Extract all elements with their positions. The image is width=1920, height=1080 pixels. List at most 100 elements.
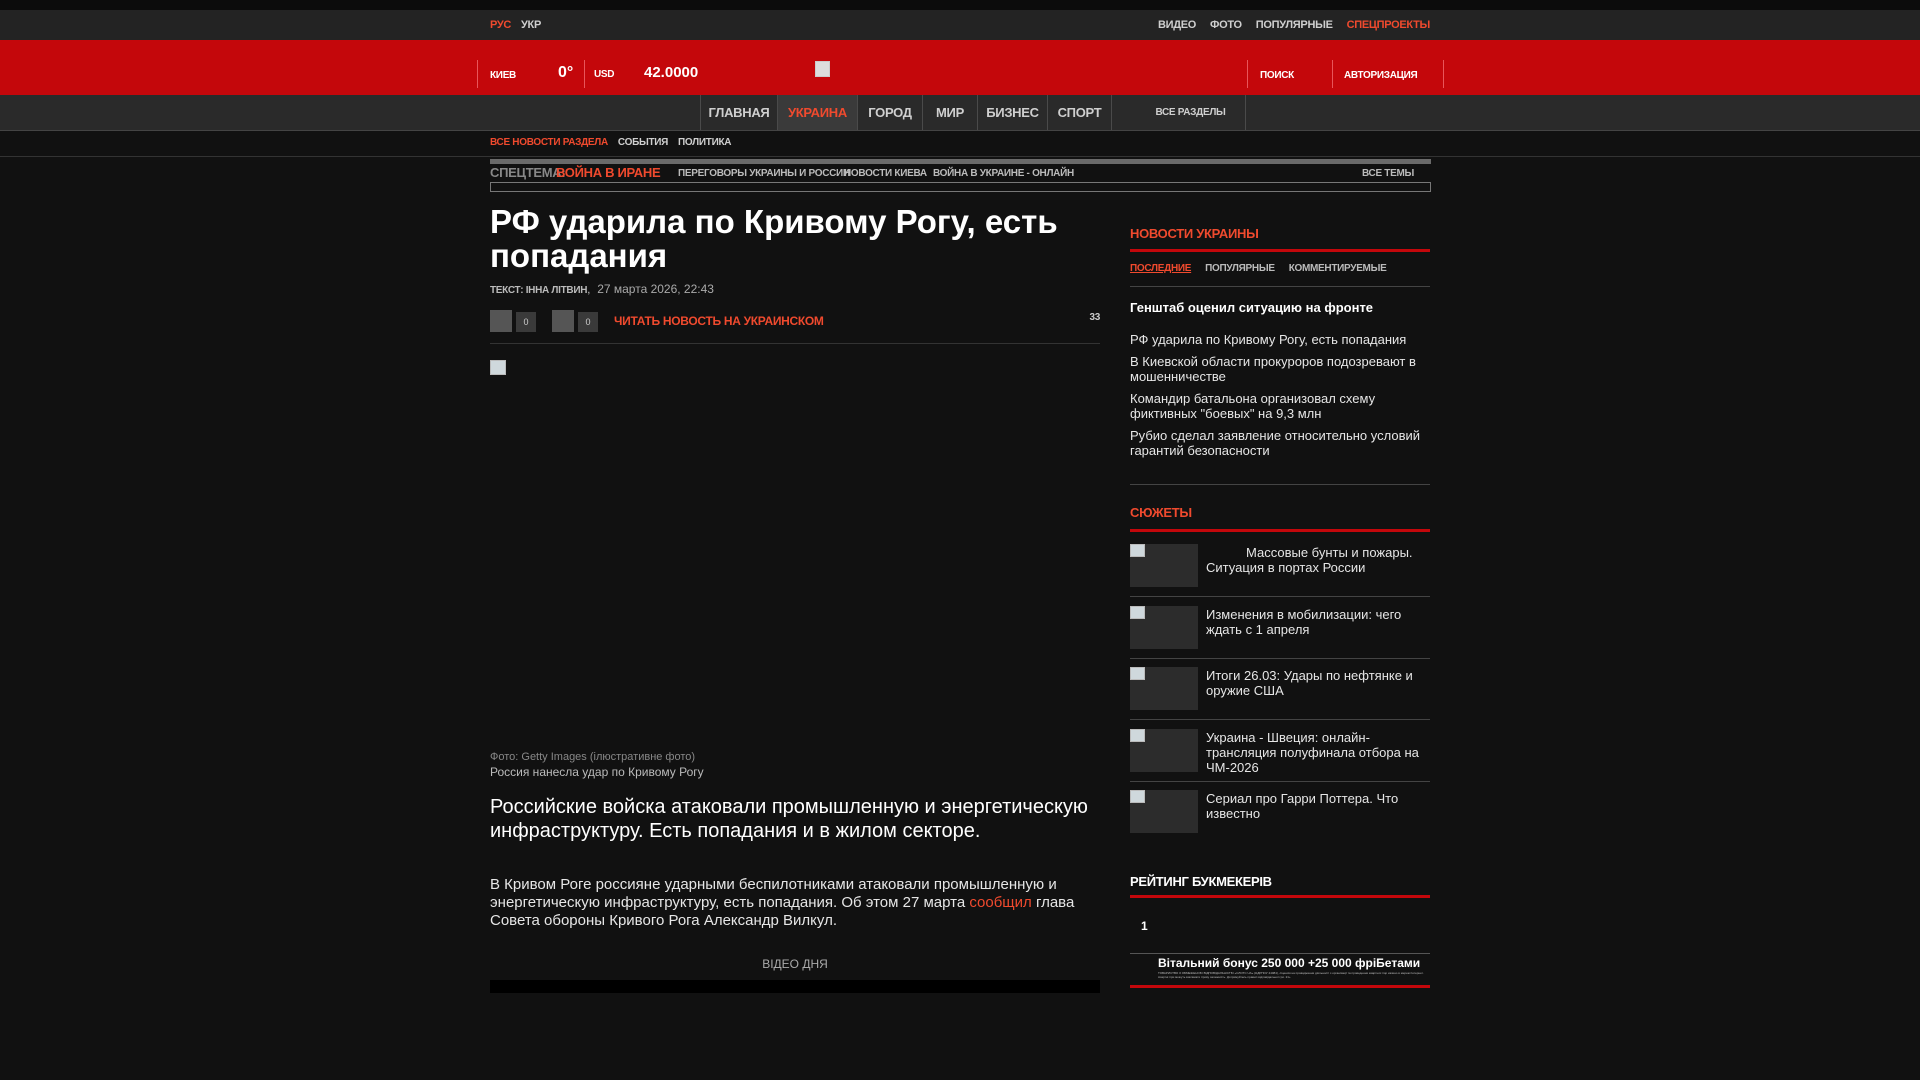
broken-image-icon [1130,790,1145,803]
nav-all-sections[interactable]: ВСЕ РАЗДЕЛЫ [1136,95,1246,130]
source-link[interactable]: сообщил [969,894,1031,911]
story-item[interactable]: Изменения в мобилизации: чего ждать с 1 … [1130,598,1430,659]
nav-business[interactable]: БИЗНЕС [977,95,1047,130]
story-thumbnail [1130,544,1198,587]
popular-link[interactable]: ПОПУЛЯРНЫЕ [1256,19,1333,31]
bookmaker-rating-title: РЕЙТИНГ БУКМЕКЕРІВ [1130,874,1272,889]
currency-label: USD [594,69,615,80]
lang-ru-link[interactable]: РУС [490,19,511,31]
tab-popular[interactable]: ПОПУЛЯРНЫЕ [1205,263,1275,274]
theme-link-negotiations[interactable]: ПЕРЕГОВОРЫ УКРАИНЫ И РОССИИ [678,168,850,179]
story-title: Изменения в мобилизации: чего ждать с 1 … [1206,607,1402,637]
divider [1247,60,1248,88]
divider [1130,529,1430,532]
video-link[interactable]: ВИДЕО [1158,19,1196,31]
divider [1130,484,1430,485]
theme-link-war-online[interactable]: ВОЙНА В УКРАИНЕ - ОНЛАЙН [933,168,1074,179]
site-header: КИЕВ 0° USD 42.0000 ПОИСК АВТОРИЗАЦИЯ [0,40,1920,95]
byline: ТЕКСТ: ІННА ЛІТВИН, 27 марта 2026, 22:43 [490,282,714,296]
news-item[interactable]: Генштаб оценил ситуацию на фронте [1130,300,1430,315]
divider [1130,895,1430,898]
top-bar: РУС УКР ВИДЕО ФОТО ПОПУЛЯРНЫЕ СПЕЦПРОЕКТ… [0,10,1920,40]
share-count: 0 [578,312,598,332]
subnav-politics[interactable]: ПОЛИТИКА [678,137,731,148]
main-nav: ГЛАВНАЯ УКРАИНА ГОРОД МИР БИЗНЕС СПОРТ В… [0,95,1920,131]
share-count: 0 [516,312,536,332]
broken-image-icon [1130,729,1145,742]
story-title: Итоги 26.03: Удары по нефтянке и оружие … [1206,668,1413,698]
logo-broken-image-icon[interactable] [815,61,830,77]
login-button[interactable]: АВТОРИЗАЦИЯ [1344,70,1418,81]
nav-world[interactable]: МИР [922,95,977,130]
news-item[interactable]: РФ ударила по Кривому Рогу, есть попадан… [1130,332,1430,347]
news-list: Генштаб оценил ситуацию на фронте РФ уда… [1130,300,1430,465]
nav-ukraine[interactable]: УКРАИНА [777,95,857,130]
author[interactable]: ТЕКСТ: ІННА ЛІТВИН [490,285,587,296]
special-theme-bar: СПЕЦТЕМА: ВОЙНА В ИРАНЕ ПЕРЕГОВОРЫ УКРАИ… [490,164,1431,182]
video-of-day-label: ВІДЕО ДНЯ [762,957,828,971]
nav-main[interactable]: ГЛАВНАЯ [700,95,777,130]
bonus-disclaimer: ТОВАРИСТВО З ОБМЕЖЕНОЮ ВІДПОВІДАЛЬНІСТЮ … [1158,971,1424,979]
news-item[interactable]: В Киевской области прокуроров подозреваю… [1130,354,1430,384]
divider [1130,249,1430,252]
broken-image-icon [1130,667,1145,680]
sidebar-news-title[interactable]: НОВОСТИ УКРАИНЫ [1130,226,1259,241]
bookmaker-offer[interactable]: Вітальний бонус 250 000 +25 000 фріБетам… [1130,953,1430,988]
broken-image-icon [1130,606,1145,619]
story-thumbnail [1130,729,1198,772]
sidebar-tabs: ПОСЛЕДНИЕ ПОПУЛЯРНЫЕ КОММЕНТИРУЕМЫЕ [1130,263,1387,274]
all-topics-link[interactable]: ВСЕ ТЕМЫ [1362,168,1414,179]
publish-date: 27 марта 2026, 22:43 [597,282,714,296]
read-ukrainian-link[interactable]: ЧИТАТЬ НОВОСТЬ НА УКРАИНСКОМ [614,314,824,328]
article-body: В Кривом Роге россияне ударными беспилот… [490,876,1100,930]
article-title: РФ ударила по Кривому Рогу, есть попадан… [490,203,1058,274]
story-thumbnail [1130,667,1198,710]
story-title: Массовые бунты и пожары. Ситуация в порт… [1206,545,1413,575]
nav-sport[interactable]: СПОРТ [1047,95,1112,130]
divider [1130,286,1430,287]
story-title: Сериал про Гарри Поттера. Что известно [1206,791,1399,821]
photo-caption: Россия нанесла удар по Кривому Рогу [490,765,704,779]
article-image [490,360,1100,745]
divider [0,156,1920,157]
special-theme-link[interactable]: ВОЙНА В ИРАНЕ [556,165,661,180]
bonus-title: Вітальний бонус 250 000 +25 000 фріБетам… [1158,956,1421,970]
theme-link-kyiv-news[interactable]: НОВОСТИ КИЕВА [844,168,927,179]
divider [477,60,478,88]
lang-ua-link[interactable]: УКР [521,19,541,31]
share-facebook-icon[interactable] [490,310,512,332]
share-bar: 0 0 ЧИТАТЬ НОВОСТЬ НА УКРАИНСКОМ 33 [490,310,1100,344]
tab-commented[interactable]: КОММЕНТИРУЕМЫЕ [1289,263,1387,274]
article-lead: Российские войска атаковали промышленную… [490,796,1088,842]
nav-city[interactable]: ГОРОД [857,95,922,130]
subnav-all-news[interactable]: ВСЕ НОВОСТИ РАЗДЕЛА [490,137,608,148]
currency-value: 42.0000 [644,64,699,81]
news-item[interactable]: Рубио сделал заявление относительно усло… [1130,428,1430,458]
city-label: КИЕВ [490,70,516,81]
photo-credit: Фото: Getty Images (ілюстративне фото) [490,751,696,763]
subnav-events[interactable]: СОБЫТИЯ [618,137,668,148]
special-projects-link[interactable]: СПЕЦПРОЕКТЫ [1347,19,1431,31]
special-theme-box [490,182,1431,192]
story-item[interactable]: Массовые бунты и пожары. Ситуация в порт… [1130,536,1430,597]
sidebar-stories-title[interactable]: СЮЖЕТЫ [1130,505,1192,520]
story-item[interactable]: Украина - Швеция: онлайн-трансляция полу… [1130,721,1430,782]
sub-nav: ВСЕ НОВОСТИ РАЗДЕЛА СОБЫТИЯ ПОЛИТИКА [490,137,732,148]
photo-link[interactable]: ФОТО [1210,19,1242,31]
temperature: 0° [558,64,574,81]
broken-image-icon [490,360,506,375]
story-thumbnail [1130,606,1198,649]
comments-count[interactable]: 33 [1089,312,1100,323]
story-item[interactable]: Сериал про Гарри Поттера. Что известно [1130,782,1430,844]
top-strip [0,0,1920,10]
tab-latest[interactable]: ПОСЛЕДНИЕ [1130,263,1191,274]
rating-rank: 1 [1141,919,1148,933]
video-player[interactable] [490,980,1100,993]
top-links: ВИДЕО ФОТО ПОПУЛЯРНЫЕ СПЕЦПРОЕКТЫ [1158,19,1430,31]
story-item[interactable]: Итоги 26.03: Удары по нефтянке и оружие … [1130,659,1430,720]
share-telegram-icon[interactable] [552,310,574,332]
story-title: Украина - Швеция: онлайн-трансляция полу… [1206,730,1419,775]
search-button[interactable]: ПОИСК [1260,70,1294,81]
story-thumbnail [1130,790,1198,833]
news-item[interactable]: Командир батальона организовал схему фик… [1130,391,1430,421]
